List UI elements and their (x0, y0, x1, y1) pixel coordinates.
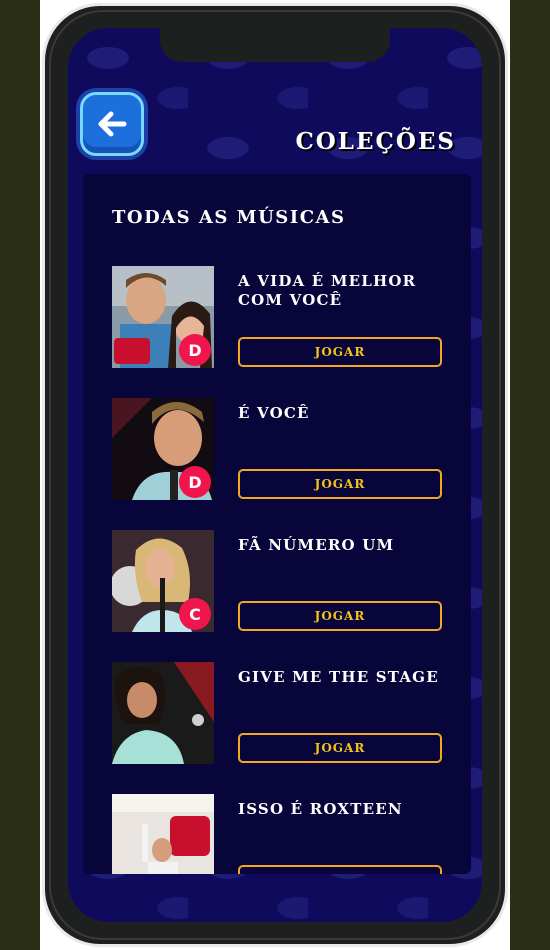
song-thumbnail: D (112, 266, 214, 368)
play-button[interactable]: JOGAR (238, 601, 442, 631)
play-button[interactable]: JOGAR (238, 865, 442, 874)
play-button[interactable]: JOGAR (238, 337, 442, 367)
right-edge-strip (510, 0, 550, 950)
back-button[interactable] (80, 92, 144, 156)
song-thumbnail (112, 794, 214, 874)
song-thumbnail: D (112, 398, 214, 500)
play-button[interactable]: JOGAR (238, 469, 442, 499)
song-card: C FÃ NÚMERO UM JOGAR (112, 530, 457, 632)
arrow-left-icon (98, 111, 127, 137)
song-thumbnail: C (112, 530, 214, 632)
level-badge: C (179, 598, 211, 630)
song-title: A VIDA É MELHOR COM VOCÊ (238, 272, 417, 309)
section-title: TODAS AS MÚSICAS (112, 207, 346, 228)
song-title: FÃ NÚMERO UM (238, 536, 395, 554)
song-card: D A VIDA É MELHOR COM VOCÊ JOGAR (112, 266, 457, 368)
level-badge: D (179, 466, 211, 498)
level-badge: D (179, 334, 211, 366)
phone-notch (160, 28, 390, 62)
song-card: D É VOCÊ JOGAR (112, 398, 457, 500)
page-title: COLEÇÕES (295, 128, 456, 155)
song-title: GIVE ME THE STAGE (238, 668, 439, 686)
app-screen: COLEÇÕES TODAS AS MÚSICAS D A VIDA É MEL… (68, 28, 482, 922)
song-card: ISSO É ROXTEEN JOGAR (112, 794, 457, 874)
phone-frame: COLEÇÕES TODAS AS MÚSICAS D A VIDA É MEL… (42, 3, 508, 947)
play-button[interactable]: JOGAR (238, 733, 442, 763)
song-title: É VOCÊ (238, 404, 310, 422)
song-title: ISSO É ROXTEEN (238, 800, 403, 818)
song-card: GIVE ME THE STAGE JOGAR (112, 662, 457, 764)
songs-panel: TODAS AS MÚSICAS D A VIDA É MELHOR COM V… (83, 174, 471, 874)
left-edge-strip (0, 0, 40, 950)
song-thumbnail (112, 662, 214, 764)
